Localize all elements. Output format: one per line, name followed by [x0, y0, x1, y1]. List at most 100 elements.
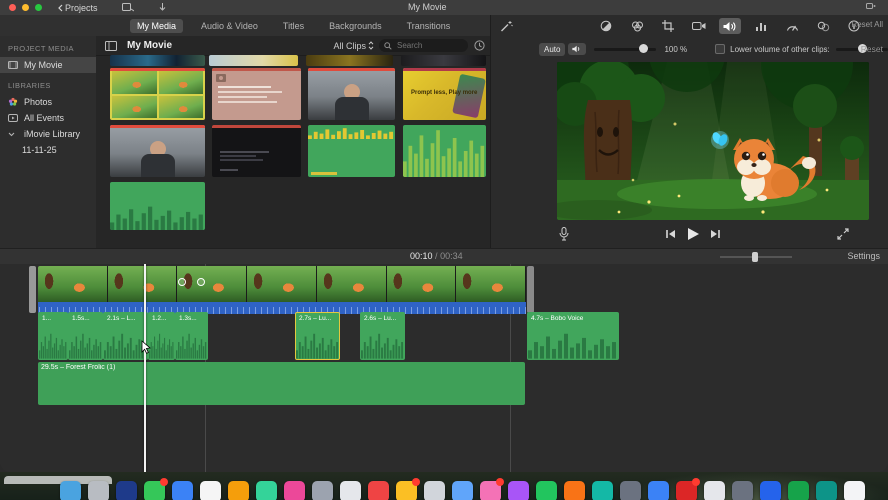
crop-icon[interactable] — [657, 18, 679, 34]
media-tab[interactable]: Transitions — [400, 19, 458, 33]
sidebar-item-event-11-11-25[interactable]: 11-11-25 — [0, 142, 96, 158]
dock-app-icon[interactable] — [60, 481, 81, 500]
sidebar-item-all-events[interactable]: All Events — [0, 110, 96, 126]
timeline-zoom-slider[interactable] — [720, 252, 792, 262]
audio-clip[interactable]: 2.6s – Lu... — [360, 312, 405, 360]
dock-app-icon[interactable] — [844, 481, 865, 500]
dock-app-icon[interactable] — [340, 481, 361, 500]
audio-thumbnail-1[interactable] — [308, 125, 395, 177]
timeline-settings-button[interactable]: Settings — [847, 251, 880, 261]
audio-clip[interactable]: 2.7s – Lu... — [295, 312, 340, 360]
playhead[interactable] — [144, 264, 146, 472]
dock-app-icon[interactable] — [536, 481, 557, 500]
download-icon[interactable] — [158, 2, 167, 13]
dock-app-icon[interactable] — [788, 481, 809, 500]
reset-all-button[interactable]: Reset All — [851, 20, 883, 29]
audio-clip[interactable]: 1.5s... — [68, 312, 103, 360]
auto-volume-button[interactable]: Auto — [539, 42, 566, 56]
media-thumbnail-notes[interactable] — [212, 68, 301, 120]
background-music-clip[interactable]: 29.5s – Forest Frolic (1) — [38, 362, 525, 405]
zoom-window-button[interactable] — [35, 4, 42, 11]
back-to-projects-button[interactable]: Projects — [58, 3, 98, 13]
audio-thumbnail-2[interactable] — [403, 125, 486, 177]
enhance-wand-icon[interactable] — [495, 18, 517, 34]
sidebar-item-photos[interactable]: Photos — [0, 94, 96, 110]
fade-handle[interactable] — [178, 278, 186, 286]
lower-volume-checkbox[interactable] — [715, 44, 726, 54]
play-button[interactable] — [686, 227, 700, 241]
dock-app-icon[interactable] — [508, 481, 529, 500]
dock-app-icon[interactable] — [228, 481, 249, 500]
voiceover-mic-icon[interactable] — [559, 227, 569, 241]
preview-viewer[interactable] — [557, 62, 869, 220]
media-thumbnail-presenter-2[interactable] — [110, 125, 205, 177]
audio-clip[interactable]: 1.3s... — [175, 312, 208, 360]
sidebar-item-my-movie[interactable]: My Movie — [0, 57, 96, 73]
dock-app-icon[interactable] — [368, 481, 389, 500]
media-tab[interactable]: Backgrounds — [322, 19, 389, 33]
media-tab[interactable]: Audio & Video — [194, 19, 265, 33]
dock-app-icon[interactable] — [620, 481, 641, 500]
volume-slider[interactable] — [594, 43, 657, 53]
sidebar-item-imovie-library[interactable]: iMovie Library — [0, 126, 96, 142]
media-thumbnail[interactable] — [209, 55, 298, 66]
clips-filter-dropdown[interactable]: All Clips — [333, 41, 374, 51]
toggle-sidebar-icon[interactable] — [105, 40, 117, 51]
dock-app-icon[interactable] — [116, 481, 137, 500]
timeline[interactable]: 1... 1.5s... 2.1s – L... 1.2... 1.3s... … — [0, 264, 888, 472]
dock-app-icon[interactable] — [200, 481, 221, 500]
dock-app-icon[interactable] — [760, 481, 781, 500]
dock-app-icon[interactable] — [704, 481, 725, 500]
dock-app-icon[interactable] — [816, 481, 837, 500]
media-thumbnail-presenter[interactable] — [308, 68, 395, 120]
media-thumbnail[interactable] — [306, 55, 393, 66]
dock-app-icon[interactable] — [480, 478, 504, 500]
right-trim-handle[interactable] — [527, 266, 534, 313]
minimize-window-button[interactable] — [22, 4, 29, 11]
audio-clip[interactable]: 1... — [38, 312, 68, 360]
dock-app-icon[interactable] — [396, 478, 420, 500]
media-tab[interactable]: My Media — [130, 18, 184, 33]
color-correction-icon[interactable] — [626, 18, 648, 34]
clip-duration-icon[interactable] — [474, 40, 485, 51]
dock-app-icon[interactable] — [424, 481, 445, 500]
previous-frame-button[interactable] — [665, 229, 676, 239]
fade-handle[interactable] — [197, 278, 205, 286]
fullscreen-icon[interactable] — [837, 228, 849, 240]
media-thumbnail-promo[interactable]: Prompt less, Play more — [403, 68, 486, 120]
search-field[interactable] — [379, 39, 468, 52]
volume-slider-knob[interactable] — [639, 43, 649, 53]
dock-app-icon[interactable] — [172, 481, 193, 500]
next-frame-button[interactable] — [710, 229, 721, 239]
dock-app-icon[interactable] — [564, 481, 585, 500]
dock-app-icon[interactable] — [88, 481, 109, 500]
audio-clip[interactable]: 1.2... — [148, 312, 175, 360]
audio-clip[interactable]: 4.7s – Bobo Voice — [527, 312, 619, 360]
mute-button[interactable] — [568, 43, 587, 55]
dock-app-icon[interactable] — [732, 481, 753, 500]
left-trim-handle[interactable] — [29, 266, 36, 313]
media-thumbnail[interactable] — [110, 55, 205, 66]
dock-app-icon[interactable] — [256, 481, 277, 500]
timeline-zoom-knob[interactable] — [752, 252, 758, 262]
dock-app-icon[interactable] — [284, 481, 305, 500]
audio-thumbnail-3[interactable] — [110, 182, 205, 230]
dock-app-icon[interactable] — [452, 481, 473, 500]
search-input[interactable] — [395, 40, 459, 51]
media-tab[interactable]: Titles — [276, 19, 311, 33]
media-thumbnail-screen-recording[interactable] — [212, 125, 301, 177]
chevron-down-icon[interactable] — [8, 132, 19, 137]
clip-filter-icon[interactable] — [812, 18, 834, 34]
dock-app-icon[interactable] — [648, 481, 669, 500]
stabilization-icon[interactable] — [688, 18, 710, 34]
video-clip-filmstrip[interactable] — [38, 266, 526, 302]
dock-app-icon[interactable] — [144, 478, 168, 500]
noise-reduction-icon[interactable] — [750, 18, 772, 34]
close-window-button[interactable] — [9, 4, 16, 11]
volume-icon[interactable] — [719, 18, 741, 34]
dock-app-icon[interactable] — [312, 481, 333, 500]
dock-app-icon[interactable] — [592, 481, 613, 500]
speed-icon[interactable] — [781, 18, 803, 34]
audio-clip[interactable]: 2.1s – L... — [103, 312, 148, 360]
media-thumbnail[interactable] — [401, 55, 486, 66]
